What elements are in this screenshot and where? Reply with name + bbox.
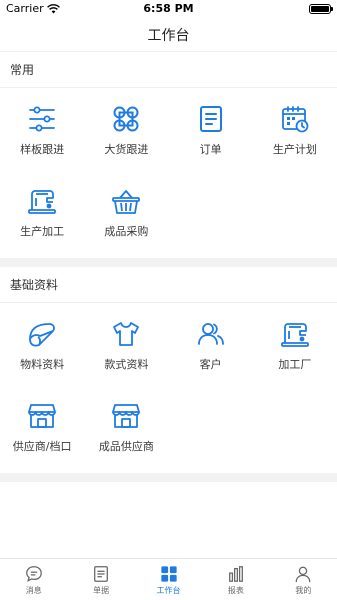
nav-bar: 工作台 — [0, 18, 337, 52]
grid-item-label: 样板跟进 — [20, 143, 65, 156]
order-document-icon — [196, 104, 226, 134]
section-divider — [0, 473, 337, 482]
bar-chart-icon — [226, 564, 246, 584]
grid-item-factories[interactable]: 加工厂 — [253, 309, 337, 391]
users-icon — [196, 319, 226, 349]
grid-item-label: 款式资料 — [104, 358, 149, 371]
common-grid: 样板跟进 大货跟进 订单 生产计划 生产加工 成品采购 — [0, 88, 337, 258]
status-bar: Carrier 6:58 PM — [0, 0, 337, 18]
grid-item-label: 订单 — [199, 143, 222, 156]
document-list-icon — [91, 564, 111, 584]
tab-messages[interactable]: 消息 — [0, 559, 67, 600]
battery-icon — [309, 4, 333, 14]
tab-label: 我的 — [295, 586, 312, 595]
four-circles-icon — [111, 104, 141, 134]
grid-item-bulk-follow[interactable]: 大货跟进 — [84, 94, 168, 176]
tab-label: 报表 — [227, 586, 244, 595]
grid-item-label: 生产加工 — [20, 225, 65, 238]
tab-bar: 消息 单据 工作台 报表 我的 — [0, 558, 337, 600]
grid-item-production-plan[interactable]: 生产计划 — [253, 94, 337, 176]
section-divider — [0, 258, 337, 267]
sliders-icon — [27, 104, 57, 134]
basic-data-grid: 物料资料 款式资料 客户 加工厂 供应商/档口 成品供应商 — [0, 303, 337, 473]
grid-item-label: 生产计划 — [272, 143, 317, 156]
storefront-icon — [27, 401, 57, 431]
sewing-machine-icon — [27, 186, 57, 216]
tab-documents[interactable]: 单据 — [67, 559, 134, 600]
tab-label: 单据 — [93, 586, 110, 595]
basket-icon — [111, 186, 141, 216]
status-time: 6:58 PM — [143, 2, 194, 15]
tab-workbench[interactable]: 工作台 — [135, 559, 202, 600]
grid-item-label: 成品采购 — [104, 225, 149, 238]
grid-item-sample-follow[interactable]: 样板跟进 — [0, 94, 84, 176]
page-title: 工作台 — [147, 27, 190, 44]
grid-item-styles[interactable]: 款式资料 — [84, 309, 168, 391]
grid-item-label: 供应商/档口 — [12, 440, 72, 453]
tab-label: 消息 — [25, 586, 42, 595]
sewing-machine-icon — [280, 319, 310, 349]
grid-item-label: 成品供应商 — [98, 440, 154, 453]
calendar-clock-icon — [280, 104, 310, 134]
grid-item-label: 加工厂 — [278, 358, 312, 371]
fabric-roll-icon — [27, 319, 57, 349]
grid-icon — [159, 564, 179, 584]
grid-item-orders[interactable]: 订单 — [169, 94, 253, 176]
person-icon — [293, 564, 313, 584]
tab-label: 工作台 — [156, 586, 181, 595]
grid-item-customers[interactable]: 客户 — [169, 309, 253, 391]
section-header-common: 常用 — [0, 52, 337, 88]
tab-reports[interactable]: 报表 — [202, 559, 269, 600]
tshirt-icon — [111, 319, 141, 349]
grid-item-finished-suppliers[interactable]: 成品供应商 — [84, 391, 168, 473]
grid-item-materials[interactable]: 物料资料 — [0, 309, 84, 391]
chat-bubble-icon — [24, 564, 44, 584]
tab-profile[interactable]: 我的 — [270, 559, 337, 600]
grid-item-label: 物料资料 — [20, 358, 65, 371]
section-header-basic-data: 基础资料 — [0, 267, 337, 303]
grid-item-suppliers[interactable]: 供应商/档口 — [0, 391, 84, 473]
grid-item-label: 客户 — [199, 358, 222, 371]
grid-item-finished-purchase[interactable]: 成品采购 — [84, 176, 168, 258]
storefront-icon — [111, 401, 141, 431]
grid-item-production-processing[interactable]: 生产加工 — [0, 176, 84, 258]
grid-item-label: 大货跟进 — [104, 143, 149, 156]
